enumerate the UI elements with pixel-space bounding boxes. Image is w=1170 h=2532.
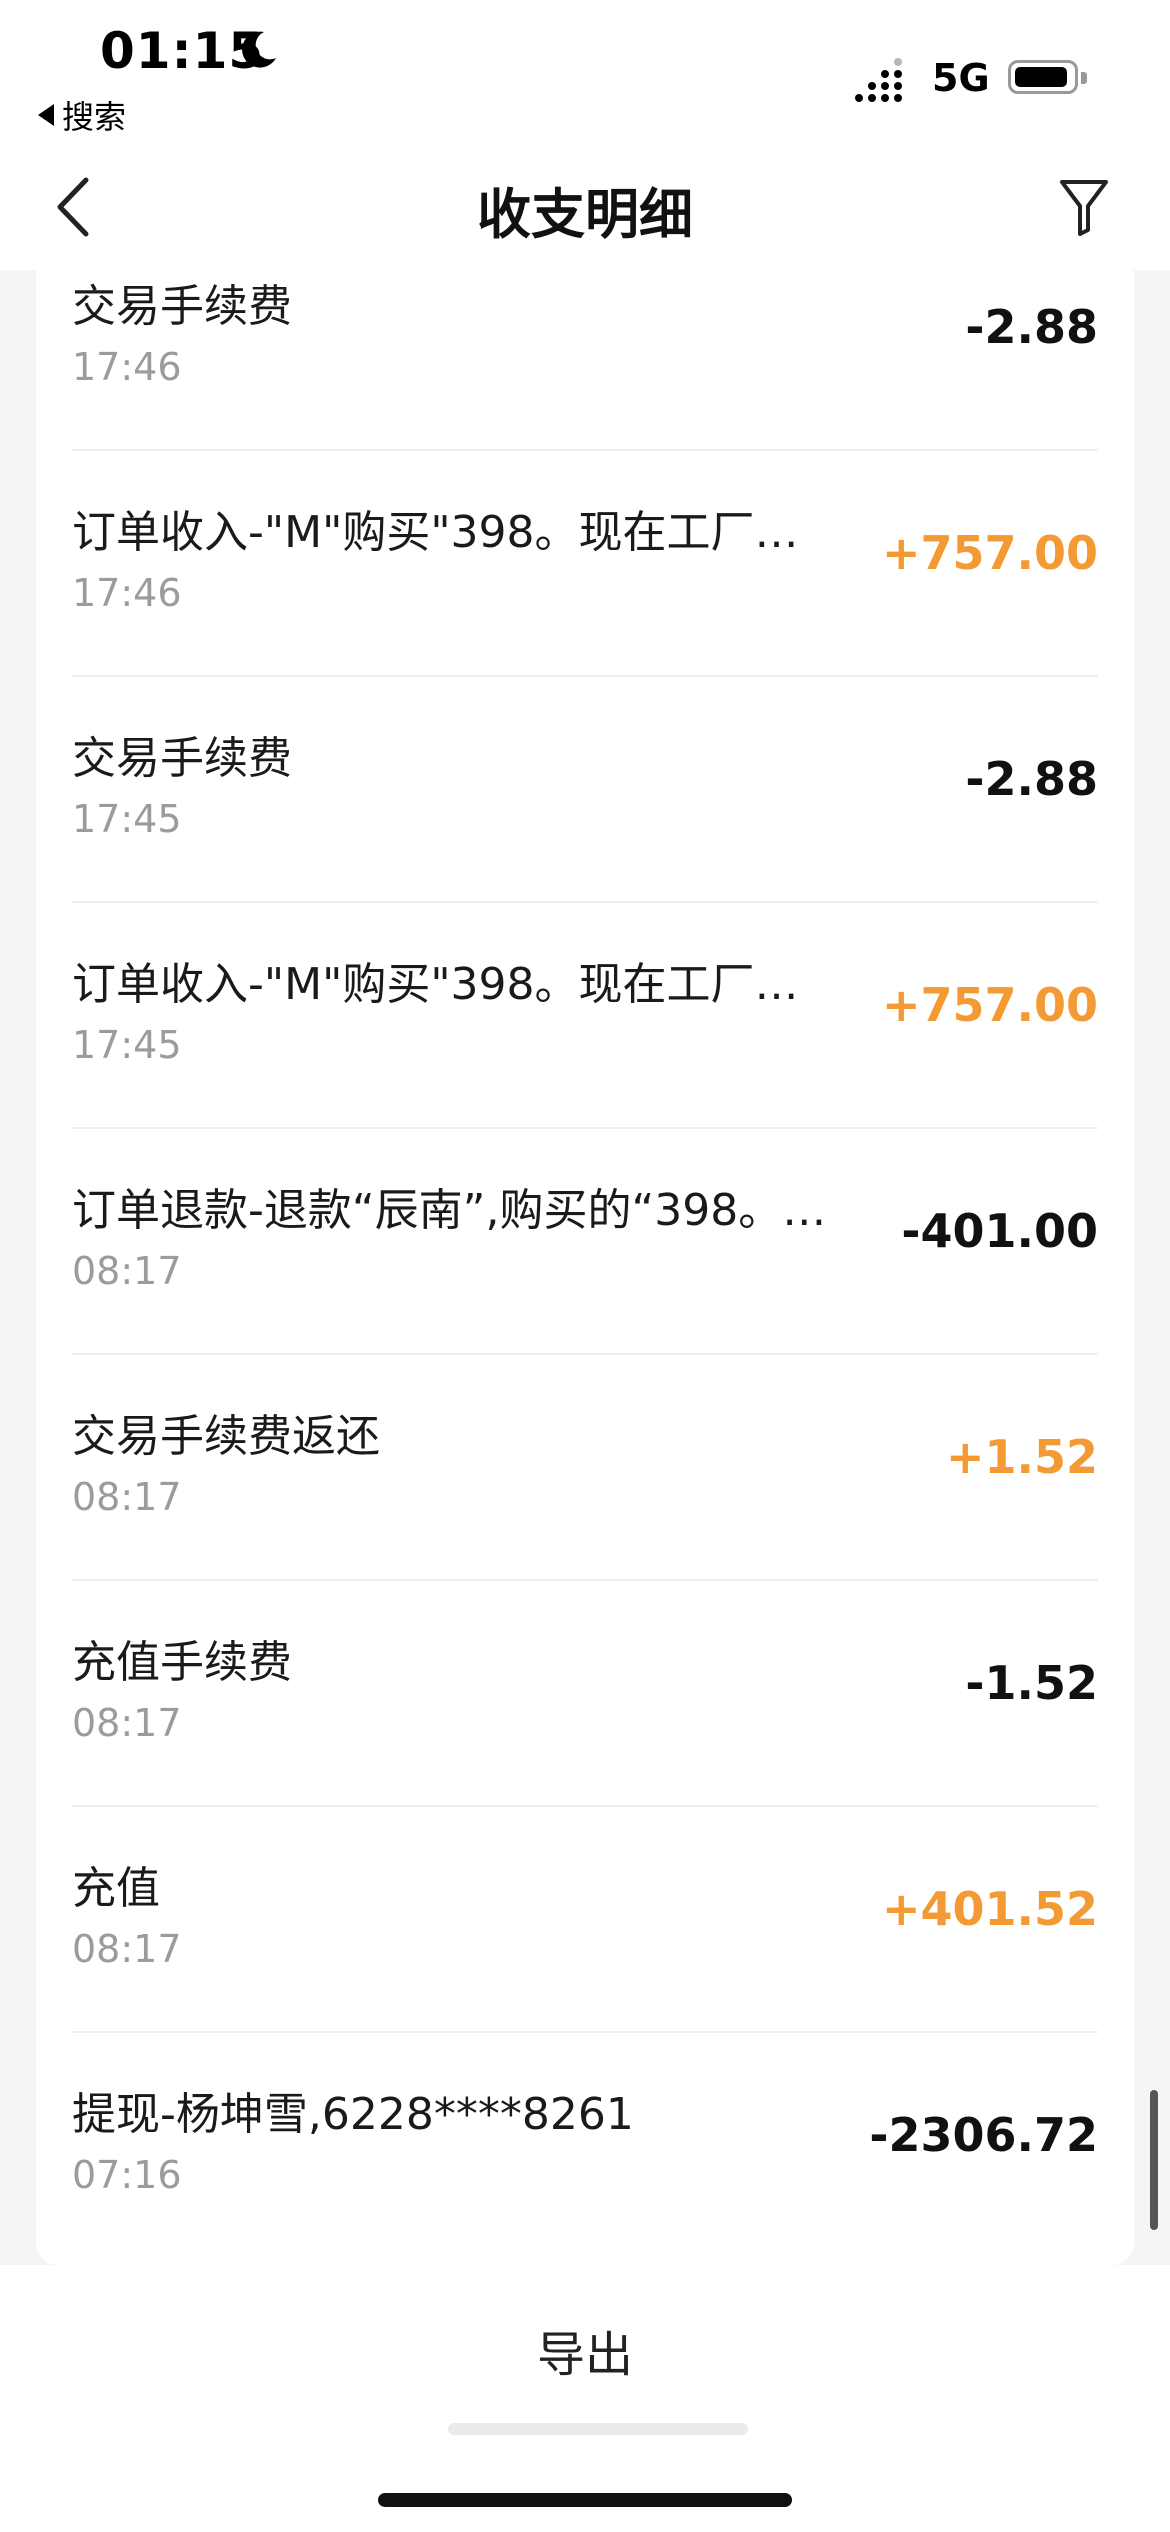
transaction-row[interactable]: 订单收入-"M"购买"398。现在工厂… 17:46 +757.00 xyxy=(36,451,1134,677)
transaction-amount: +757.00 xyxy=(881,526,1098,580)
battery-icon xyxy=(1008,60,1087,94)
transaction-row[interactable]: 交易手续费 17:46 -2.88 xyxy=(36,270,1134,451)
transaction-row[interactable]: 交易手续费返还 08:17 +1.52 xyxy=(36,1355,1134,1581)
transaction-title: 交易手续费 xyxy=(72,281,292,332)
back-to-app-button[interactable]: 搜索 xyxy=(38,92,126,138)
transaction-row[interactable]: 充值 08:17 +401.52 xyxy=(36,1807,1134,2033)
transaction-time: 07:16 xyxy=(72,2153,182,2197)
transaction-time: 17:46 xyxy=(72,571,182,615)
transaction-amount: -2306.72 xyxy=(869,2108,1098,2162)
transaction-row[interactable]: 提现-杨坤雪,6228****8261 07:16 -2306.72 xyxy=(36,2033,1134,2259)
transaction-time: 08:17 xyxy=(72,1249,182,1293)
filter-icon[interactable] xyxy=(1058,176,1110,238)
home-indicator[interactable] xyxy=(378,2493,792,2507)
transaction-time: 08:17 xyxy=(72,1475,182,1519)
transaction-title: 充值手续费 xyxy=(72,1637,292,1688)
transaction-time: 17:45 xyxy=(72,1023,182,1067)
page-title: 收支明细 xyxy=(477,183,693,246)
transaction-amount: +401.52 xyxy=(881,1882,1098,1936)
transaction-time: 17:45 xyxy=(72,797,182,841)
back-triangle-icon xyxy=(38,104,54,126)
transaction-row[interactable]: 充值手续费 08:17 -1.52 xyxy=(36,1581,1134,1807)
transaction-title: 订单收入-"M"购买"398。现在工厂… xyxy=(72,507,799,558)
transaction-title: 交易手续费返还 xyxy=(72,1411,380,1462)
transaction-time: 08:17 xyxy=(72,1927,182,1971)
transaction-time: 17:46 xyxy=(72,345,182,389)
transaction-title: 交易手续费 xyxy=(72,733,292,784)
obscured-text xyxy=(448,2423,748,2435)
transaction-row[interactable]: 订单退款-退款“辰南”,购买的“398。… 08:17 -401.00 xyxy=(36,1129,1134,1355)
transaction-amount: +1.52 xyxy=(945,1430,1098,1484)
scrollbar[interactable] xyxy=(1150,2090,1158,2230)
transaction-title: 订单退款-退款“辰南”,购买的“398。… xyxy=(72,1185,827,1236)
transaction-row[interactable]: 交易手续费 17:45 -2.88 xyxy=(36,677,1134,903)
back-app-label: 搜索 xyxy=(62,98,127,136)
nav-bar: 收支明细 xyxy=(0,140,1170,270)
transaction-amount: -1.52 xyxy=(965,1656,1098,1710)
transaction-time: 08:17 xyxy=(72,1701,182,1745)
transactions-card: 交易手续费 17:46 -2.88 订单收入-"M"购买"398。现在工厂… 17:46… xyxy=(36,270,1134,2265)
transaction-amount: -2.88 xyxy=(965,300,1098,354)
transaction-title: 提现-杨坤雪,6228****8261 xyxy=(72,2089,634,2140)
transaction-amount: +757.00 xyxy=(881,978,1098,1032)
status-bar: 01:15 搜索 5G xyxy=(0,0,1170,140)
transaction-amount: -401.00 xyxy=(901,1204,1098,1258)
moon-icon xyxy=(242,31,276,68)
transaction-title: 充值 xyxy=(72,1863,160,1914)
signal-icon xyxy=(855,58,902,102)
transaction-title: 订单收入-"M"购买"398。现在工厂… xyxy=(72,959,799,1010)
transaction-amount: -2.88 xyxy=(965,752,1098,806)
network-type: 5G xyxy=(932,56,990,100)
bottom-bar: 导出 xyxy=(0,2265,1170,2532)
transaction-list: 交易手续费 17:46 -2.88 订单收入-"M"购买"398。现在工厂… 17:46… xyxy=(36,270,1134,2259)
transaction-row[interactable]: 订单收入-"M"购买"398。现在工厂… 17:45 +757.00 xyxy=(36,903,1134,1129)
export-button[interactable]: 导出 xyxy=(0,2315,1170,2385)
